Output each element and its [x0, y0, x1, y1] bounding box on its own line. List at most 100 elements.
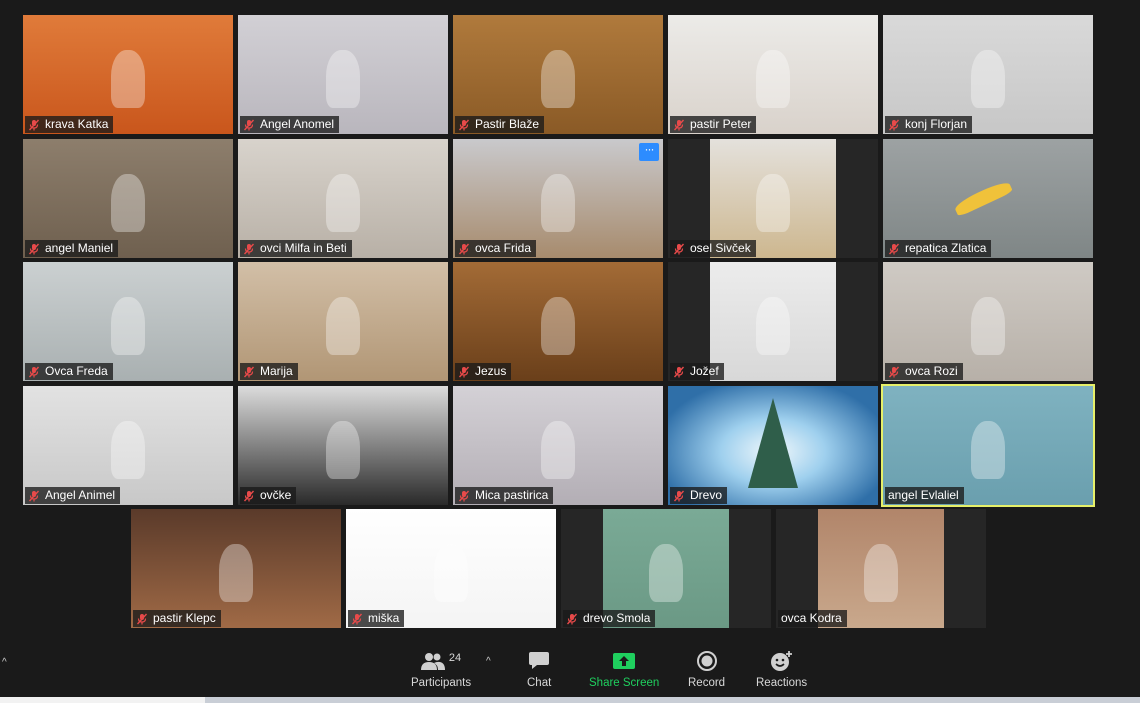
participant-name: repatica Zlatica — [905, 241, 987, 255]
participant-tile[interactable]: miška — [346, 509, 556, 628]
participant-name: ovčke — [260, 488, 292, 502]
participant-name-tag: ovčke — [240, 487, 297, 504]
figurine-shape — [111, 50, 145, 108]
participant-name: konj Florjan — [905, 117, 968, 131]
muted-mic-icon — [673, 243, 685, 254]
chat-icon — [529, 652, 550, 669]
muted-mic-icon — [888, 366, 900, 377]
muted-mic-icon — [28, 366, 40, 377]
participants-button[interactable]: 24 Participants — [411, 650, 471, 689]
participant-tile[interactable]: Ovca Freda — [23, 262, 233, 381]
taskbar-strip — [0, 697, 1140, 703]
participant-tile[interactable]: Jožef — [668, 262, 878, 381]
participant-name-tag: ovca Rozi — [885, 363, 963, 380]
muted-mic-icon — [28, 243, 40, 254]
participant-name-tag: pastir Klepc — [133, 610, 221, 627]
participant-name: miška — [368, 611, 400, 625]
muted-mic-icon — [673, 490, 685, 501]
meeting-toolbar: ^ 24 Participants ^ Chat Share Screen Re… — [0, 642, 1140, 697]
participant-name: Mica pastirica — [475, 488, 549, 502]
record-icon — [696, 651, 717, 671]
participant-tile[interactable]: krava Katka — [23, 15, 233, 134]
muted-mic-icon — [458, 366, 470, 377]
participant-tile[interactable]: ovca Frida ··· — [453, 139, 663, 258]
participant-name: angel Maniel — [45, 241, 114, 255]
reactions-button[interactable]: Reactions — [756, 650, 807, 689]
muted-mic-icon — [243, 366, 255, 377]
participant-name: ovca Kodra — [781, 611, 842, 625]
muted-mic-icon — [243, 119, 255, 130]
participant-name: Jezus — [475, 364, 507, 378]
participant-tile[interactable]: angel Maniel — [23, 139, 233, 258]
record-button[interactable]: Record — [688, 650, 725, 689]
figurine-shape — [864, 544, 898, 602]
figurine-shape — [541, 174, 575, 232]
muted-mic-icon — [351, 613, 363, 624]
figurine-shape — [756, 297, 790, 355]
participant-name-tag: Marija — [240, 363, 298, 380]
participant-name-tag: angel Evlaliel — [885, 487, 964, 504]
chat-label: Chat — [527, 677, 552, 689]
participant-tile[interactable]: ovca Kodra — [776, 509, 986, 628]
chevron-up-icon[interactable]: ^ — [2, 657, 7, 668]
muted-mic-icon — [673, 119, 685, 130]
participant-tile[interactable]: ovca Rozi — [883, 262, 1093, 381]
participants-chevron-up-icon[interactable]: ^ — [486, 656, 491, 667]
participant-name-tag: Mica pastirica — [455, 487, 554, 504]
participant-name: Jožef — [690, 364, 719, 378]
tile-more-options-button[interactable]: ··· — [639, 143, 659, 161]
participant-name-tag: repatica Zlatica — [885, 240, 992, 257]
reactions-icon — [770, 651, 792, 671]
muted-mic-icon — [136, 613, 148, 624]
participant-name-tag: Ovca Freda — [25, 363, 113, 380]
figurine-shape — [756, 50, 790, 108]
figurine-shape — [649, 544, 683, 602]
participants-count: 24 — [448, 652, 462, 664]
figurine-shape — [111, 297, 145, 355]
participant-name: Drevo — [690, 488, 723, 502]
participant-name-tag: Angel Animel — [25, 487, 121, 504]
participant-tile[interactable]: angel Evlaliel — [881, 384, 1095, 507]
participant-tile[interactable]: osel Sivček — [668, 139, 878, 258]
share-screen-button[interactable]: Share Screen — [589, 650, 659, 689]
participant-name: krava Katka — [45, 117, 109, 131]
muted-mic-icon — [566, 613, 578, 624]
participant-tile[interactable]: drevo Smola — [561, 509, 771, 628]
participant-name-tag: ovci Milfa in Beti — [240, 240, 352, 257]
figurine-shape — [971, 297, 1005, 355]
figurine-shape — [434, 544, 468, 602]
zoom-meeting-window: krava Katka Angel Anomel Pastir Blaže pasti… — [0, 0, 1140, 703]
figurine-shape — [219, 544, 253, 602]
participant-name-tag: Jezus — [455, 363, 512, 380]
participant-name: Marija — [260, 364, 293, 378]
participant-tile[interactable]: Pastir Blaže — [453, 15, 663, 134]
participant-name: ovci Milfa in Beti — [260, 241, 347, 255]
participant-name: drevo Smola — [583, 611, 651, 625]
participant-name: Pastir Blaže — [475, 117, 540, 131]
participant-name-tag: krava Katka — [25, 116, 114, 133]
chat-button[interactable]: Chat — [527, 650, 551, 689]
figurine-shape — [541, 421, 575, 479]
participant-tile[interactable]: Mica pastirica — [453, 386, 663, 505]
participant-tile[interactable]: Angel Anomel — [238, 15, 448, 134]
participant-tile[interactable]: ovčke — [238, 386, 448, 505]
participant-name: pastir Peter — [690, 117, 752, 131]
participant-tile[interactable]: pastir Klepc — [131, 509, 341, 628]
participant-name-tag: Pastir Blaže — [455, 116, 545, 133]
muted-mic-icon — [888, 243, 900, 254]
participant-tile[interactable]: Marija — [238, 262, 448, 381]
participant-name-tag: miška — [348, 610, 405, 627]
participant-name-tag: angel Maniel — [25, 240, 119, 257]
figurine-shape — [971, 421, 1005, 479]
participant-tile[interactable]: ovci Milfa in Beti — [238, 139, 448, 258]
participant-tile[interactable]: pastir Peter — [668, 15, 878, 134]
participant-tile[interactable]: Jezus — [453, 262, 663, 381]
participant-tile[interactable]: repatica Zlatica — [883, 139, 1093, 258]
participants-icon — [420, 653, 445, 670]
participant-tile[interactable]: konj Florjan — [883, 15, 1093, 134]
figurine-shape — [541, 50, 575, 108]
muted-mic-icon — [243, 490, 255, 501]
participant-tile[interactable]: Drevo — [668, 386, 878, 505]
participant-tile[interactable]: Angel Animel — [23, 386, 233, 505]
participant-name: ovca Frida — [475, 241, 532, 255]
